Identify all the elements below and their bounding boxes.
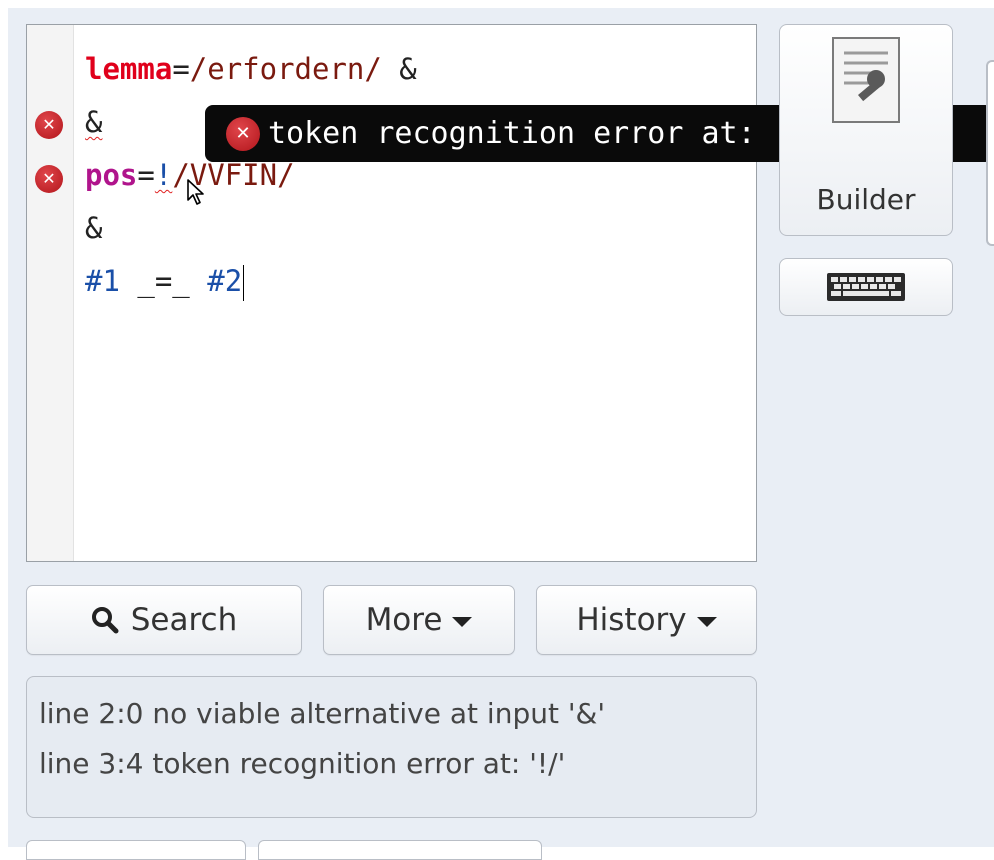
- history-label: History: [576, 602, 687, 638]
- magnifier-icon: [91, 607, 119, 634]
- search-button[interactable]: Search: [26, 585, 302, 655]
- caret-down-icon: [696, 617, 717, 627]
- code-token: #2: [207, 264, 243, 298]
- code-token: &: [85, 105, 103, 139]
- search-label: Search: [130, 602, 238, 638]
- history-button[interactable]: History: [536, 585, 757, 655]
- code-token: &: [85, 211, 103, 245]
- tooltip-text: token recognition error at: '!/': [268, 116, 846, 151]
- editor-gutter: ✕ ✕: [27, 25, 74, 561]
- error-message-line: line 3:4 token recognition error at: '!/…: [39, 747, 566, 780]
- code-token: _=_: [119, 264, 208, 298]
- error-messages: line 2:0 no viable alternative at input …: [26, 676, 757, 818]
- more-button[interactable]: More: [323, 585, 515, 655]
- query-builder-document-icon: [832, 37, 900, 123]
- adjacent-panel-edge: [986, 60, 994, 246]
- bottom-tab[interactable]: [26, 840, 246, 860]
- virtual-keyboard-button[interactable]: [779, 258, 953, 316]
- more-label: More: [365, 602, 443, 638]
- code-token: !: [154, 158, 173, 192]
- code-token: pos: [85, 158, 138, 192]
- code-line[interactable]: #1 _=_ #2: [85, 255, 417, 308]
- bottom-tab[interactable]: [258, 840, 542, 860]
- code-token: #1: [85, 264, 120, 298]
- error-message-line: line 2:0 no viable alternative at input …: [39, 697, 606, 730]
- mouse-cursor-icon: [187, 179, 204, 205]
- error-circle-icon[interactable]: ✕: [35, 165, 63, 193]
- query-builder-button[interactable]: Builder: [779, 24, 953, 236]
- code-token: =: [172, 52, 190, 86]
- code-token: /erfordern/: [189, 52, 382, 86]
- caret-down-icon: [452, 617, 473, 627]
- builder-label: Builder: [816, 183, 916, 216]
- error-circle-icon[interactable]: ✕: [35, 111, 63, 139]
- code-line[interactable]: lemma=/erfordern/ &: [85, 43, 417, 96]
- keyboard-icon: [827, 273, 905, 301]
- code-token: =: [137, 158, 155, 192]
- code-token: lemma: [85, 52, 173, 86]
- text-caret: [243, 265, 245, 301]
- code-line[interactable]: &: [85, 202, 417, 255]
- code-token: &: [381, 52, 417, 86]
- error-circle-icon: ✕: [226, 116, 260, 151]
- query-code[interactable]: lemma=/erfordern/ & & pos=!/VVFIN/& #1 _=_ …: [85, 43, 417, 308]
